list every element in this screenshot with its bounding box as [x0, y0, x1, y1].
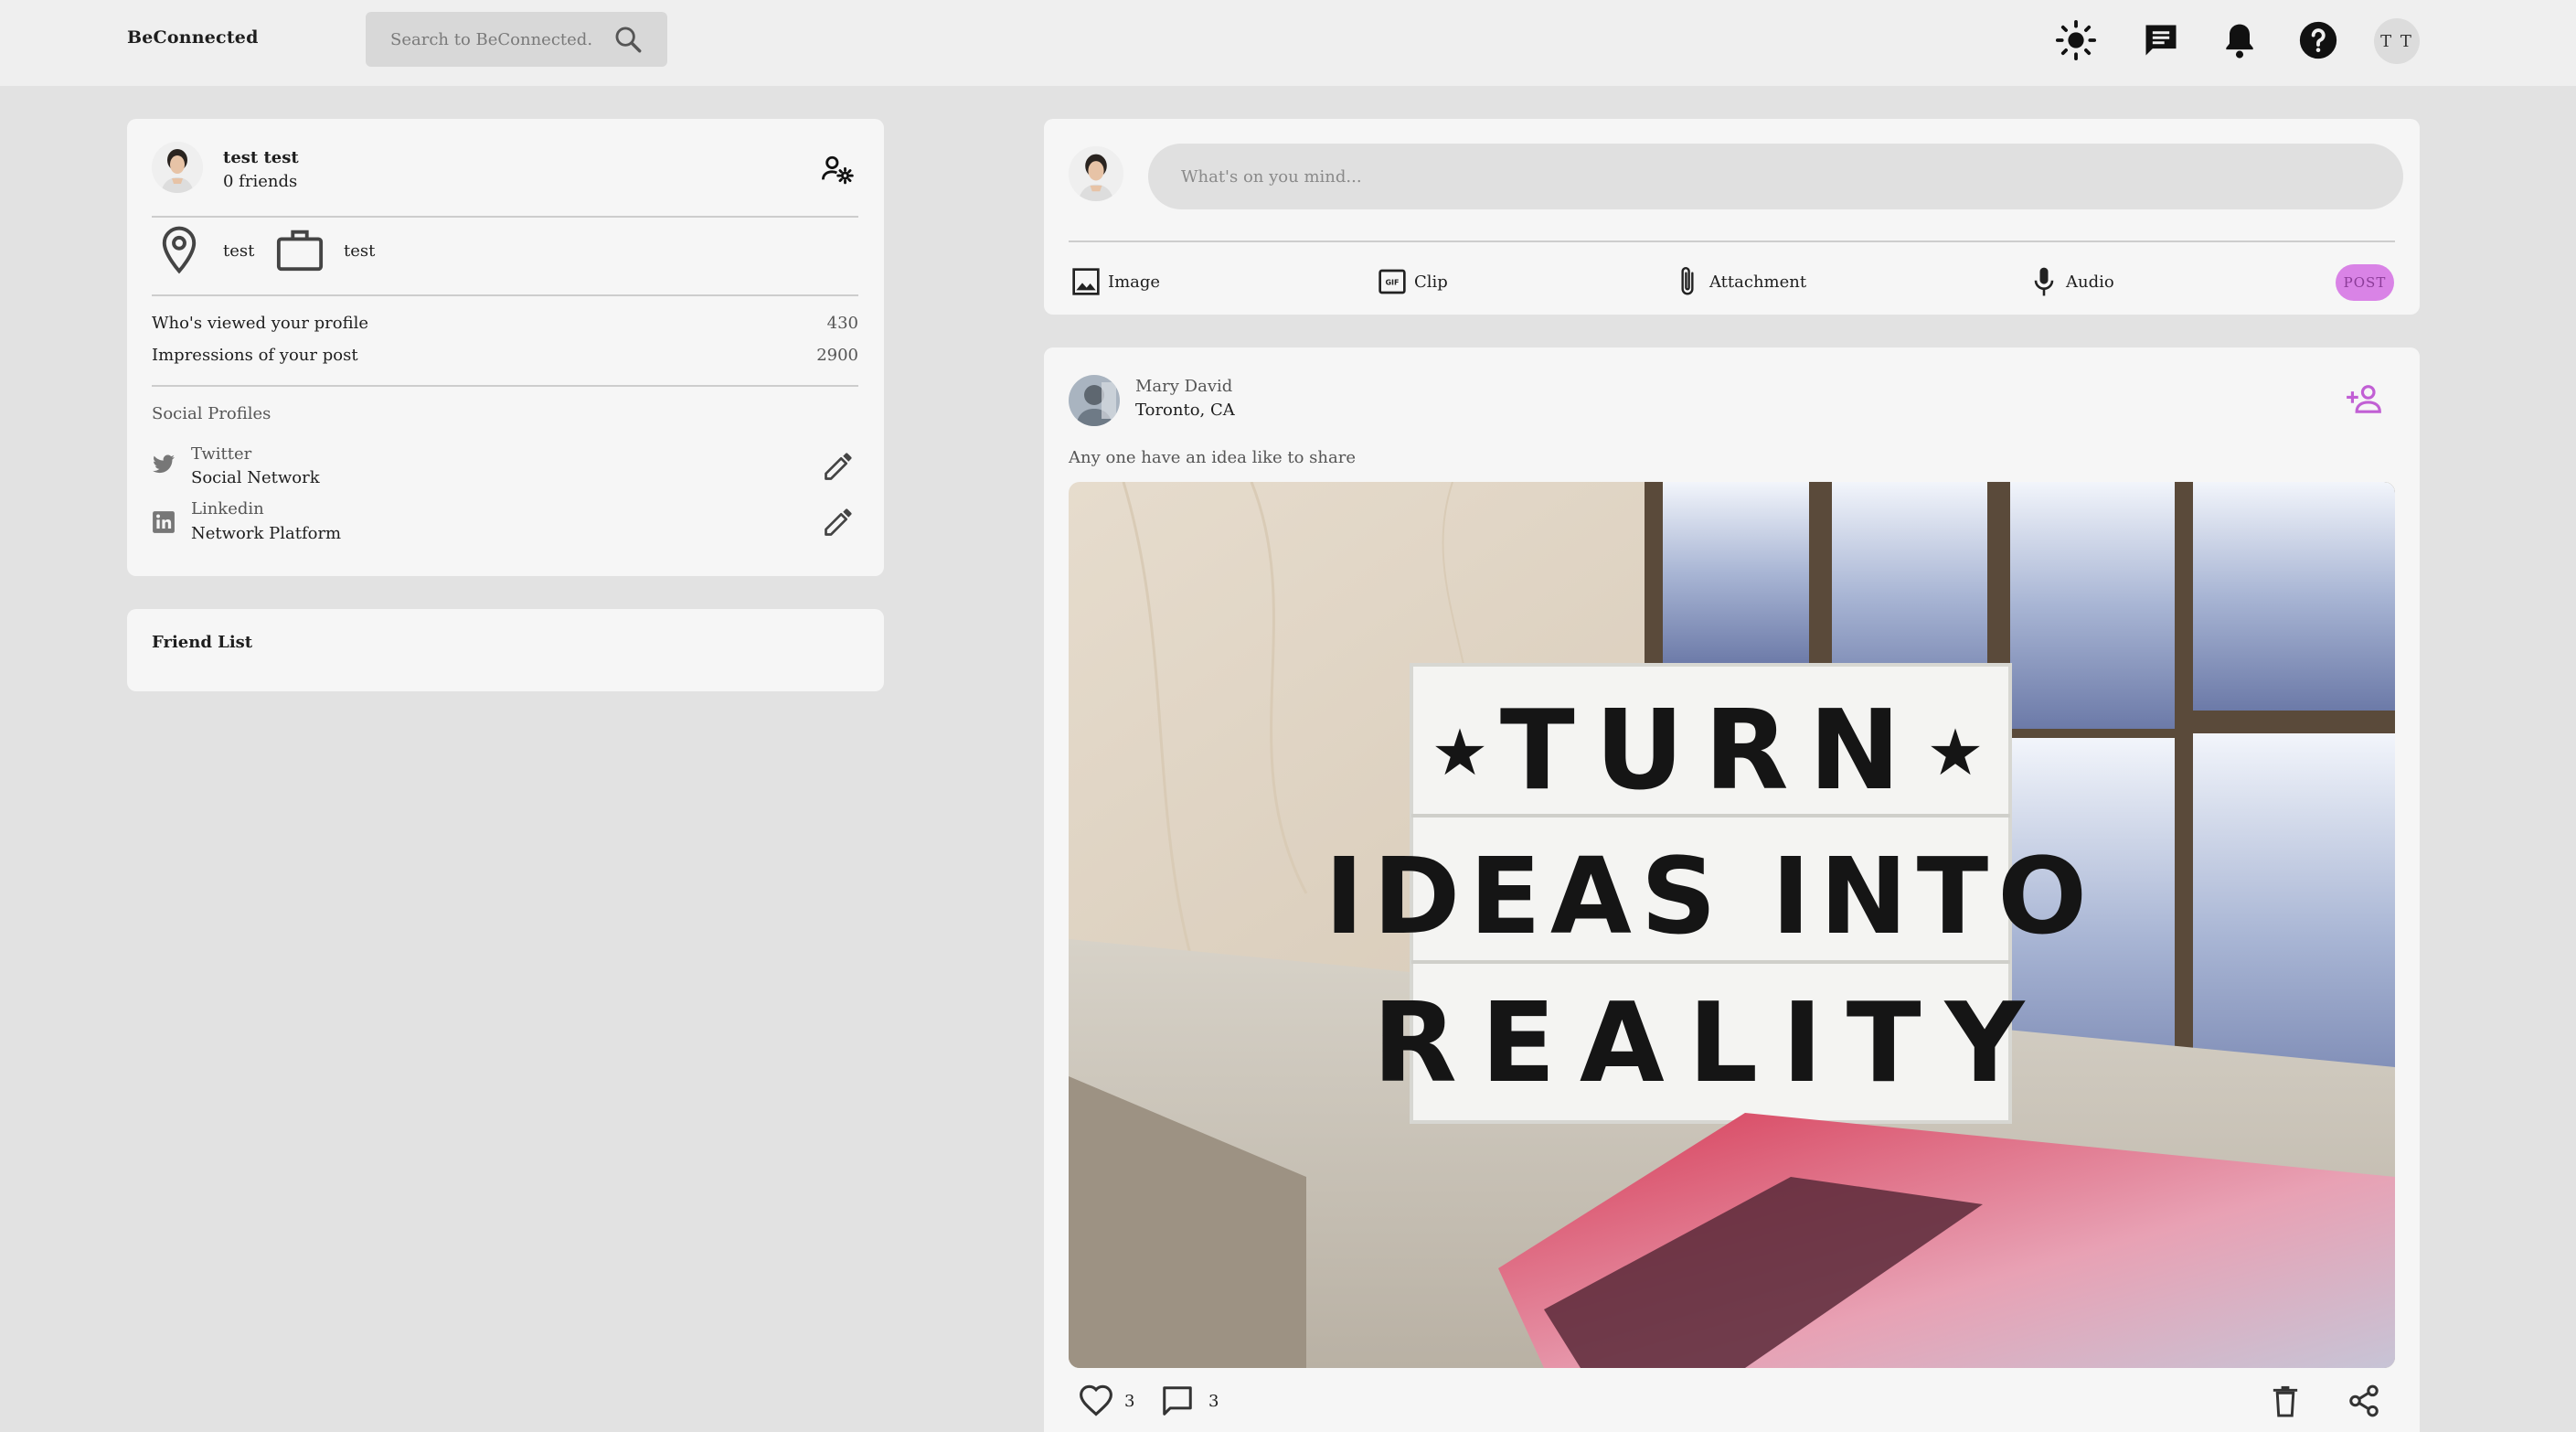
notifications-icon[interactable]: [2218, 18, 2262, 62]
social-network-description: Social Network: [191, 468, 320, 487]
audio-label: Audio: [2066, 272, 2114, 292]
brand-logo[interactable]: BeConnected: [127, 27, 259, 48]
composer-avatar: [1069, 146, 1123, 201]
gif-icon: GIF: [1378, 269, 1406, 294]
occupation-text: test: [344, 241, 376, 261]
profile-avatar[interactable]: [152, 142, 203, 193]
social-network-name: Linkedin: [191, 499, 264, 518]
star-icon: ★: [1432, 715, 1489, 790]
post-text: Any one have an idea like to share: [1069, 448, 1356, 467]
stat-value: 2900: [816, 346, 858, 365]
post-button[interactable]: POST: [2336, 264, 2394, 301]
attachment-icon: [1681, 267, 1694, 295]
attachment-button[interactable]: Attachment: [1673, 265, 1806, 298]
brightness-icon[interactable]: [2054, 18, 2098, 62]
linkedin-icon: [152, 510, 176, 538]
post-image[interactable]: TURN ★ ★ IDEAS INTO REALITY: [1069, 482, 2395, 1368]
star-icon: ★: [1927, 715, 1985, 790]
stat-value: 430: [826, 314, 858, 333]
svg-text:GIF: GIF: [1385, 278, 1399, 286]
image-icon: [1072, 268, 1100, 295]
delete-icon[interactable]: [2269, 1384, 2302, 1422]
clip-button[interactable]: GIF Clip: [1378, 265, 1448, 298]
sign-line-1: TURN: [1500, 688, 1921, 815]
search-input[interactable]: [390, 29, 591, 49]
post-input[interactable]: [1148, 144, 2403, 209]
stat-label: Impressions of your post: [152, 346, 358, 365]
image-label: Image: [1108, 272, 1161, 292]
edit-twitter-icon[interactable]: [822, 450, 855, 486]
share-icon[interactable]: [2347, 1384, 2381, 1422]
image-button[interactable]: Image: [1071, 265, 1160, 298]
friend-list-title: Friend List: [152, 633, 253, 652]
search-bar[interactable]: [366, 12, 667, 67]
work-icon: [275, 225, 325, 278]
top-navbar: BeConnected Search to BeConnected.. T T: [0, 0, 2576, 86]
sign-line-3: REALITY: [1372, 980, 2048, 1107]
audio-button[interactable]: Audio: [2029, 265, 2114, 298]
info-divider: [152, 294, 858, 296]
user-avatar[interactable]: T T: [2374, 18, 2420, 64]
like-count: 3: [1124, 1392, 1135, 1411]
comment-count: 3: [1208, 1392, 1219, 1411]
profile-card: test test 0 friends test test Who's view…: [127, 119, 884, 576]
sign-line-2: IDEAS INTO: [1325, 836, 2096, 958]
profile-divider: [152, 216, 858, 218]
help-icon[interactable]: [2296, 18, 2340, 62]
stat-label: Who's viewed your profile: [152, 314, 369, 333]
friends-count: 0 friends: [223, 172, 298, 191]
clip-label: Clip: [1414, 272, 1448, 292]
social-network-name: Twitter: [191, 444, 252, 464]
manage-account-icon[interactable]: [820, 154, 855, 188]
composer-divider: [1069, 240, 2395, 242]
twitter-icon: [152, 454, 176, 478]
search-icon[interactable]: [612, 24, 644, 55]
like-icon[interactable]: [1078, 1384, 1114, 1420]
microphone-icon: [2034, 267, 2054, 296]
post-author-avatar[interactable]: [1069, 375, 1120, 426]
post-author-name[interactable]: Mary David: [1135, 377, 1232, 396]
comment-icon[interactable]: [1159, 1384, 1196, 1422]
attachment-label: Attachment: [1709, 272, 1807, 292]
profile-name[interactable]: test test: [223, 148, 299, 167]
post-composer: Image GIF Clip Attachment Audio POST: [1044, 119, 2420, 315]
post-card: Mary David Toronto, CA Any one have an i…: [1044, 347, 2420, 1432]
post-author-location: Toronto, CA: [1135, 401, 1235, 420]
add-friend-icon[interactable]: [2344, 382, 2384, 419]
friend-list-card: Friend List: [127, 609, 884, 691]
location-text: test: [223, 241, 255, 261]
edit-linkedin-icon[interactable]: [822, 506, 855, 542]
location-icon: [159, 225, 199, 278]
social-network-description: Network Platform: [191, 524, 342, 543]
messages-icon[interactable]: [2139, 18, 2183, 62]
social-profiles-title: Social Profiles: [152, 404, 271, 423]
stats-divider: [152, 385, 858, 387]
